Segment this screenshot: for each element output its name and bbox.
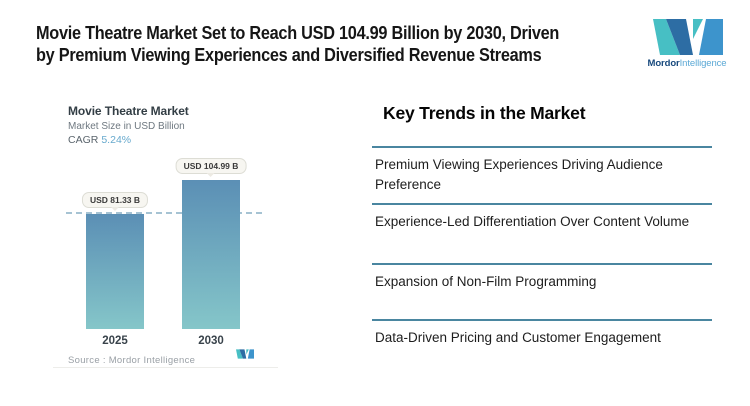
brand-wordmark-bold: Mordor [648,58,680,69]
trend-item-4: Data-Driven Pricing and Customer Engagem… [372,319,712,348]
trend-item-3: Expansion of Non-Film Programming [372,263,712,292]
mini-logo-shape [246,349,249,354]
card-bottom-divider [53,367,278,368]
bar-value-pill: USD 104.99 B [176,158,247,174]
page-title-line2: by Premium Viewing Experiences and Diver… [36,44,599,66]
bar-2025 [86,214,144,329]
x-axis-label-2030: 2030 [182,335,240,347]
chart-subtitle: Market Size in USD Billion [68,121,185,132]
market-chart-card: Movie Theatre Market Market Size in USD … [53,95,278,368]
cagr-label: CAGR [68,134,98,146]
mini-logo-shape [248,349,254,358]
logo-shape-teal-triangle [693,19,703,39]
key-trends-heading: Key Trends in the Market [383,103,585,124]
chart-source-text: Source : Mordor Intelligence [68,355,195,366]
cagr-value: 5.24% [101,134,131,146]
trend-item-2: Experience-Led Differentiation Over Cont… [372,203,712,232]
brand-wordmark-light: Intelligence [680,58,727,69]
brand-wordmark: MordorIntelligence [631,58,743,69]
bar-group-2030: USD 104.99 B 2030 [182,160,240,329]
chart-source-row: Source : Mordor Intelligence [68,350,268,368]
trend-item-1: Premium Viewing Experiences Driving Audi… [372,146,712,195]
chart-cagr: CAGR5.24% [68,134,131,146]
bar-value-pill: USD 81.33 B [82,192,148,208]
x-axis-label-2025: 2025 [86,335,144,347]
chart-title: Movie Theatre Market [68,104,189,118]
bar-2030 [182,180,240,329]
bar-group-2025: USD 81.33 B 2025 [86,160,144,329]
mordor-intelligence-mini-logo-icon [236,349,254,359]
mordor-intelligence-logo-icon [653,19,723,55]
page-title: Movie Theatre Market Set to Reach USD 10… [36,22,599,65]
page-title-line1: Movie Theatre Market Set to Reach USD 10… [36,22,599,44]
logo-shape-blue-triangle [699,19,723,55]
bar-chart-plot: USD 81.33 B 2025 USD 104.99 B 2030 [66,160,262,329]
